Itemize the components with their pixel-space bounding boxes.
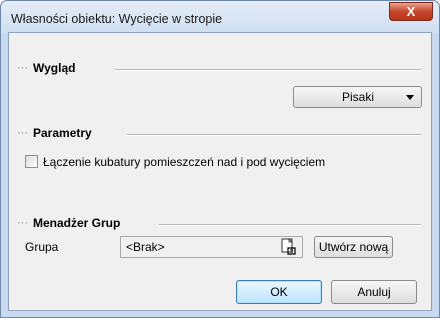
cancel-button-label: Anuluj	[357, 285, 391, 299]
cancel-button[interactable]: Anuluj	[331, 280, 417, 304]
close-button[interactable]: X	[389, 2, 433, 21]
merge-volume-label[interactable]: Łączenie kubatury pomieszczeń nad i pod …	[43, 155, 325, 169]
parameters-section-header: ··· Parametry	[17, 125, 92, 141]
window-title: Własności obiektu: Wycięcie w stropie	[11, 12, 223, 26]
section-dots: ···	[17, 127, 28, 139]
group-label: Grupa	[25, 240, 59, 254]
select-group-button[interactable]	[279, 237, 298, 256]
appearance-divider	[115, 69, 421, 71]
group-field[interactable]: <Brak>	[120, 236, 303, 258]
title-bar[interactable]: Własności obiektu: Wycięcie w stropie X	[1, 1, 439, 33]
parameters-section-title: Parametry	[33, 126, 92, 140]
document-select-icon	[281, 238, 296, 255]
dropdown-arrow-icon	[406, 95, 414, 100]
group-manager-section-title: Menadżer Grup	[33, 216, 121, 230]
section-dots: ···	[17, 217, 28, 229]
appearance-section-header: ··· Wygląd	[17, 60, 75, 76]
pens-dropdown-button[interactable]: Pisaki	[293, 86, 422, 108]
parameters-divider	[127, 134, 421, 136]
dialog-window: Własności obiektu: Wycięcie w stropie X …	[0, 0, 440, 318]
ok-button-label: OK	[270, 285, 288, 299]
create-new-group-button[interactable]: Utwórz nową	[314, 236, 393, 258]
merge-volume-checkbox[interactable]	[25, 155, 38, 168]
close-icon: X	[406, 4, 416, 19]
ok-button[interactable]: OK	[236, 280, 322, 304]
group-manager-section-header: ··· Menadżer Grup	[17, 215, 120, 231]
group-value: <Brak>	[126, 240, 165, 254]
section-dots: ···	[17, 62, 28, 74]
appearance-section-title: Wygląd	[33, 61, 76, 75]
dialog-client-area: ··· Wygląd Pisaki ··· Parametry Łączenie…	[8, 32, 432, 311]
pens-button-label: Pisaki	[341, 90, 374, 104]
group-manager-divider	[159, 224, 421, 226]
create-new-group-label: Utwórz nową	[318, 240, 389, 254]
